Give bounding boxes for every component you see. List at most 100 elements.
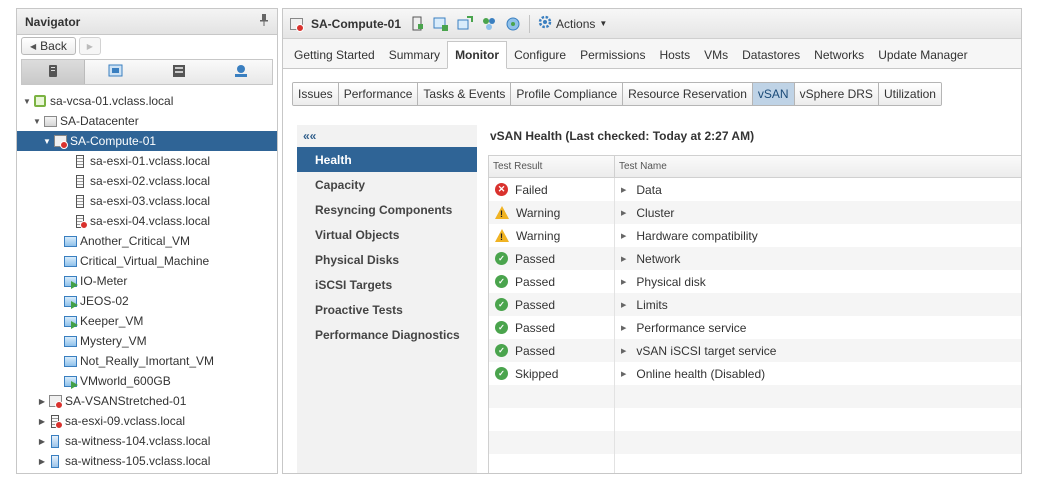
test-result-cell: ✓ Passed — [489, 316, 615, 339]
tree-node[interactable]: ▶ SA-VSANStretched-01 — [17, 391, 277, 411]
tab-monitor[interactable]: Monitor — [447, 41, 508, 69]
hosts-clusters-tab[interactable] — [22, 60, 86, 84]
subtab-resource-reservation[interactable]: Resource Reservation — [623, 83, 753, 105]
expanded-twisty-icon[interactable]: ▼ — [41, 137, 53, 146]
menu-item-capacity[interactable]: Capacity — [297, 172, 477, 197]
tab-getting-started[interactable]: Getting Started — [287, 42, 382, 68]
subtab-issues[interactable]: Issues — [293, 83, 339, 105]
tree-node[interactable]: IO-Meter — [17, 271, 277, 291]
collapsed-twisty-icon[interactable]: ▶ — [36, 437, 48, 446]
health-row[interactable]: ✕ Failed ▶ Data — [489, 178, 1021, 201]
tree-node[interactable]: sa-esxi-01.vclass.local — [17, 151, 277, 171]
add-host-icon[interactable] — [409, 16, 425, 32]
health-row[interactable]: ✓ Passed ▶ vSAN iSCSI target service — [489, 339, 1021, 362]
collapse-panel-icon[interactable]: «« — [297, 125, 477, 147]
test-name-label: Limits — [636, 297, 668, 312]
tab-configure[interactable]: Configure — [507, 42, 573, 68]
expand-row-icon[interactable]: ▶ — [621, 209, 626, 217]
menu-item-virtual-objects[interactable]: Virtual Objects — [297, 222, 477, 247]
subtab-vsphere-drs[interactable]: vSphere DRS — [794, 83, 879, 105]
tab-permissions[interactable]: Permissions — [573, 42, 652, 68]
menu-item-iscsi-targets[interactable]: iSCSI Targets — [297, 272, 477, 297]
collapsed-twisty-icon[interactable]: ▶ — [36, 417, 48, 426]
menu-item-resyncing-components[interactable]: Resyncing Components — [297, 197, 477, 222]
new-resource-pool-icon[interactable] — [481, 16, 497, 32]
back-button[interactable]: ◀ Back — [21, 37, 76, 55]
col-test-result[interactable]: Test Result — [489, 156, 615, 177]
tree-node[interactable]: Critical_Virtual_Machine — [17, 251, 277, 271]
tab-networks[interactable]: Networks — [807, 42, 871, 68]
expanded-twisty-icon[interactable]: ▼ — [21, 97, 33, 106]
tab-update-manager[interactable]: Update Manager — [871, 42, 974, 68]
tree-node[interactable]: ▼ SA-Compute-01 — [17, 131, 277, 151]
tree-node[interactable]: sa-esxi-03.vclass.local — [17, 191, 277, 211]
tab-summary[interactable]: Summary — [382, 42, 447, 68]
expand-row-icon[interactable]: ▶ — [621, 278, 626, 286]
tree-node[interactable]: sa-esxi-02.vclass.local — [17, 171, 277, 191]
col-test-name[interactable]: Test Name — [615, 156, 1021, 177]
tree-node[interactable]: ▶ sa-witness-104.vclass.local — [17, 431, 277, 451]
subtab-performance[interactable]: Performance — [338, 83, 419, 105]
menu-item-physical-disks[interactable]: Physical Disks — [297, 247, 477, 272]
passed-status-icon: ✓ — [495, 344, 508, 357]
tree-node[interactable]: Not_Really_Imortant_VM — [17, 351, 277, 371]
expand-row-icon[interactable]: ▶ — [621, 255, 626, 263]
tab-datastores[interactable]: Datastores — [735, 42, 807, 68]
tree-node[interactable]: sa-esxi-04.vclass.local — [17, 211, 277, 231]
tree-node[interactable]: JEOS-02 — [17, 291, 277, 311]
health-row[interactable]: ✓ Skipped ▶ Online health (Disabled) — [489, 362, 1021, 385]
tree-node[interactable]: Keeper_VM — [17, 311, 277, 331]
health-row[interactable]: ✓ Passed ▶ Network — [489, 247, 1021, 270]
test-result-cell: ✓ Passed — [489, 247, 615, 270]
pin-icon[interactable] — [259, 14, 269, 29]
health-row[interactable]: ! Warning ▶ Hardware compatibility — [489, 224, 1021, 247]
tab-vms[interactable]: VMs — [697, 42, 735, 68]
new-vapp-icon[interactable] — [505, 16, 521, 32]
test-result-cell: ✓ Passed — [489, 293, 615, 316]
menu-item-health[interactable]: Health — [297, 147, 477, 172]
test-result-label: Warning — [516, 228, 561, 243]
menu-item-proactive-tests[interactable]: Proactive Tests — [297, 297, 477, 322]
vms-templates-icon — [108, 64, 124, 81]
expanded-twisty-icon[interactable]: ▼ — [31, 117, 43, 126]
storage-tab[interactable] — [148, 60, 210, 84]
expand-row-icon[interactable]: ▶ — [621, 324, 626, 332]
test-name-cell: ▶ Data — [615, 178, 1021, 201]
actions-menu-button[interactable]: Actions ▼ — [538, 15, 607, 32]
collapsed-twisty-icon[interactable]: ▶ — [36, 397, 48, 406]
vm-icon — [63, 254, 77, 268]
test-name-cell: ▶ vSAN iSCSI target service — [615, 339, 1021, 362]
tree-node[interactable]: ▶ sa-esxi-09.vclass.local — [17, 411, 277, 431]
vms-templates-tab[interactable] — [85, 60, 147, 84]
subtab-profile-compliance[interactable]: Profile Compliance — [511, 83, 624, 105]
expand-row-icon[interactable]: ▶ — [621, 370, 626, 378]
tree-node[interactable]: Mystery_VM — [17, 331, 277, 351]
expand-row-icon[interactable]: ▶ — [621, 301, 626, 309]
menu-item-performance-diagnostics[interactable]: Performance Diagnostics — [297, 322, 477, 347]
tree-node[interactable]: ▶ sa-witness-105.vclass.local — [17, 451, 277, 471]
tree-node[interactable]: ▼ SA-Datacenter — [17, 111, 277, 131]
health-row[interactable]: ! Warning ▶ Cluster — [489, 201, 1021, 224]
toolbar-separator — [529, 14, 531, 33]
new-vm-icon[interactable] — [433, 16, 449, 32]
subtab-tasks-events[interactable]: Tasks & Events — [418, 83, 512, 105]
networking-icon — [233, 64, 249, 81]
deploy-ovf-icon[interactable] — [457, 15, 474, 32]
tree-node[interactable]: VMworld_600GB — [17, 371, 277, 391]
subtab-vsan[interactable]: vSAN — [752, 83, 795, 105]
expand-row-icon[interactable]: ▶ — [621, 347, 626, 355]
tab-hosts[interactable]: Hosts — [652, 42, 697, 68]
subtab-utilization[interactable]: Utilization — [878, 83, 941, 105]
tree-node-label: Not_Really_Imortant_VM — [80, 354, 215, 368]
networking-tab[interactable] — [210, 60, 272, 84]
expand-row-icon[interactable]: ▶ — [621, 232, 626, 240]
health-row[interactable]: ✓ Passed ▶ Performance service — [489, 316, 1021, 339]
collapsed-twisty-icon[interactable]: ▶ — [36, 457, 48, 466]
health-row[interactable]: ✓ Passed ▶ Limits — [489, 293, 1021, 316]
tree-node[interactable]: Another_Critical_VM — [17, 231, 277, 251]
test-result-label: Passed — [515, 297, 556, 312]
expand-row-icon[interactable]: ▶ — [621, 186, 626, 194]
forward-button[interactable]: ▶ — [78, 37, 101, 55]
tree-node[interactable]: ▼ sa-vcsa-01.vclass.local — [17, 91, 277, 111]
health-row[interactable]: ✓ Passed ▶ Physical disk — [489, 270, 1021, 293]
